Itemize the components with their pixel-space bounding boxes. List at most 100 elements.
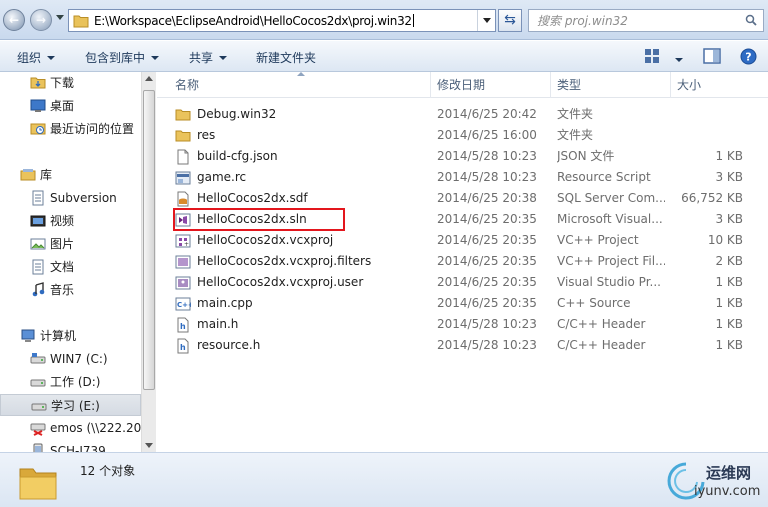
file-row[interactable]: Debug.win32 2014/6/25 20:42 文件夹 xyxy=(157,104,768,125)
svg-text:C++: C++ xyxy=(177,301,191,309)
videos-icon xyxy=(30,213,46,236)
address-field[interactable]: E:\Workspace\EclipseAndroid\HelloCocos2d… xyxy=(68,9,496,32)
header-file-icon: h xyxy=(175,338,191,361)
column-date[interactable]: 修改日期 xyxy=(431,72,551,98)
navigation-scrollbar[interactable] xyxy=(141,72,156,452)
drive-icon xyxy=(31,398,47,421)
file-name[interactable]: HelloCocos2dx.vcxproj.user xyxy=(197,272,363,293)
system-drive-icon xyxy=(30,351,46,374)
file-date: 2014/5/28 10:23 xyxy=(437,317,537,331)
file-size: 10 KB xyxy=(707,233,743,247)
forward-button[interactable]: → xyxy=(30,9,52,31)
file-row[interactable]: + HelloCocos2dx.vcxproj 2014/6/25 20:35 VC+… xyxy=(157,230,768,251)
file-type: C/C++ Header xyxy=(557,317,646,331)
address-dropdown-button[interactable] xyxy=(477,10,495,31)
search-box[interactable] xyxy=(528,9,764,32)
file-type: VC++ Project Fil... xyxy=(557,254,665,268)
search-icon[interactable] xyxy=(745,14,757,26)
nav-item-label: 工作 (D:) xyxy=(50,375,101,389)
library-icon xyxy=(20,167,36,190)
folder-icon xyxy=(73,15,89,28)
recent-pages-dropdown[interactable] xyxy=(56,15,64,20)
file-date: 2014/6/25 20:35 xyxy=(437,275,537,289)
folder-icon xyxy=(19,468,57,500)
file-name[interactable]: game.rc xyxy=(197,167,246,188)
file-type: 文件夹 xyxy=(557,128,594,142)
scrollbar-thumb[interactable] xyxy=(143,90,155,390)
file-name[interactable]: resource.h xyxy=(197,335,260,356)
file-row[interactable]: HelloCocos2dx.sln 2014/6/25 20:35 Microsof… xyxy=(157,209,768,230)
scroll-down-icon[interactable] xyxy=(145,443,153,448)
music-icon xyxy=(30,282,46,305)
file-row[interactable]: game.rc 2014/5/28 10:23 Resource Script 3 K… xyxy=(157,167,768,188)
file-name[interactable]: main.h xyxy=(197,314,238,335)
documents-icon xyxy=(30,259,46,282)
help-icon[interactable]: ? xyxy=(740,48,757,65)
file-date: 2014/6/25 20:42 xyxy=(437,107,537,121)
share-button[interactable]: 共享 xyxy=(189,49,228,66)
file-row[interactable]: C++ main.cpp 2014/6/25 20:35 C++ Source 1 KB xyxy=(157,293,768,314)
file-name[interactable]: HelloCocos2dx.sln xyxy=(197,209,307,230)
file-row[interactable]: res 2014/6/25 16:00 文件夹 xyxy=(157,125,768,146)
nav-item-label: 音乐 xyxy=(50,283,75,297)
file-name[interactable]: main.cpp xyxy=(197,293,253,314)
file-type: Resource Script xyxy=(557,170,651,184)
file-row[interactable]: HelloCocos2dx.vcxproj.filters 2014/6/25 2… xyxy=(157,251,768,272)
nav-item-label: 桌面 xyxy=(50,99,75,113)
file-row[interactable]: HelloCocos2dx.vcxproj.user 2014/6/25 20:3… xyxy=(157,272,768,293)
scroll-up-icon[interactable] xyxy=(145,76,153,81)
file-name[interactable]: build-cfg.json xyxy=(197,146,278,167)
file-name[interactable]: res xyxy=(197,125,215,146)
refresh-button[interactable]: ⇆ xyxy=(498,9,522,32)
svg-text:?: ? xyxy=(745,51,751,64)
nav-item-label: 最近访问的位置 xyxy=(50,122,135,136)
nav-item-12[interactable]: 学习 (E:) xyxy=(0,394,141,416)
file-type: SQL Server Com... xyxy=(557,191,665,205)
include-in-library-button[interactable]: 包含到库中 xyxy=(85,49,160,66)
search-input[interactable] xyxy=(537,13,737,29)
subversion-library-icon xyxy=(30,190,46,213)
file-list: 名称 修改日期 类型 大小 Debug.win32 2014/6/25 20:42… xyxy=(157,72,768,452)
organize-button[interactable]: 组织 xyxy=(17,49,56,66)
new-folder-button[interactable]: 新建文件夹 xyxy=(256,49,316,66)
file-name[interactable]: HelloCocos2dx.sdf xyxy=(197,188,308,209)
recent-places-icon xyxy=(30,121,46,144)
file-type: VC++ Project xyxy=(557,233,639,247)
desktop-icon xyxy=(30,98,46,121)
file-date: 2014/6/25 20:35 xyxy=(437,296,537,310)
nav-item-label: SCH-I739 xyxy=(50,444,106,452)
file-row[interactable]: h resource.h 2014/5/28 10:23 C/C++ Header 1 … xyxy=(157,335,768,356)
file-size: 66,752 KB xyxy=(681,191,743,205)
file-row[interactable]: h main.h 2014/5/28 10:23 C/C++ Header 1 KB xyxy=(157,314,768,335)
network-drive-icon xyxy=(30,420,46,443)
file-date: 2014/6/25 20:35 xyxy=(437,254,537,268)
watermark-text: 运维网 xyxy=(706,464,752,482)
column-type[interactable]: 类型 xyxy=(551,72,671,98)
file-size: 1 KB xyxy=(715,317,743,331)
file-size: 1 KB xyxy=(715,275,743,289)
svg-text:h: h xyxy=(180,322,186,331)
file-size: 3 KB xyxy=(715,212,743,226)
share-label: 共享 xyxy=(189,51,214,65)
column-size[interactable]: 大小 xyxy=(671,72,761,98)
file-name[interactable]: HelloCocos2dx.vcxproj xyxy=(197,230,333,251)
column-size-label: 大小 xyxy=(677,78,702,92)
computer-icon xyxy=(20,328,36,351)
file-type: 文件夹 xyxy=(557,107,594,121)
preview-pane-icon[interactable] xyxy=(703,48,721,64)
file-row[interactable]: HelloCocos2dx.sdf 2014/6/25 20:38 SQL Serv… xyxy=(157,188,768,209)
nav-item-label: 库 xyxy=(40,168,53,182)
back-button[interactable]: ← xyxy=(3,9,25,31)
file-row[interactable]: build-cfg.json 2014/5/28 10:23 JSON 文件 1 KB xyxy=(157,146,768,167)
file-date: 2014/6/25 20:38 xyxy=(437,191,537,205)
column-header: 名称 修改日期 类型 大小 xyxy=(157,72,768,98)
file-name[interactable]: Debug.win32 xyxy=(197,104,276,125)
file-name[interactable]: HelloCocos2dx.vcxproj.filters xyxy=(197,251,371,272)
change-view-icon[interactable] xyxy=(644,48,666,64)
file-type: Visual Studio Pr... xyxy=(557,275,661,289)
file-date: 2014/6/25 20:35 xyxy=(437,233,537,247)
view-options-dropdown[interactable] xyxy=(675,53,683,67)
address-path[interactable]: E:\Workspace\EclipseAndroid\HelloCocos2d… xyxy=(94,14,414,28)
chevron-down-icon xyxy=(219,56,228,60)
file-size: 3 KB xyxy=(715,170,743,184)
